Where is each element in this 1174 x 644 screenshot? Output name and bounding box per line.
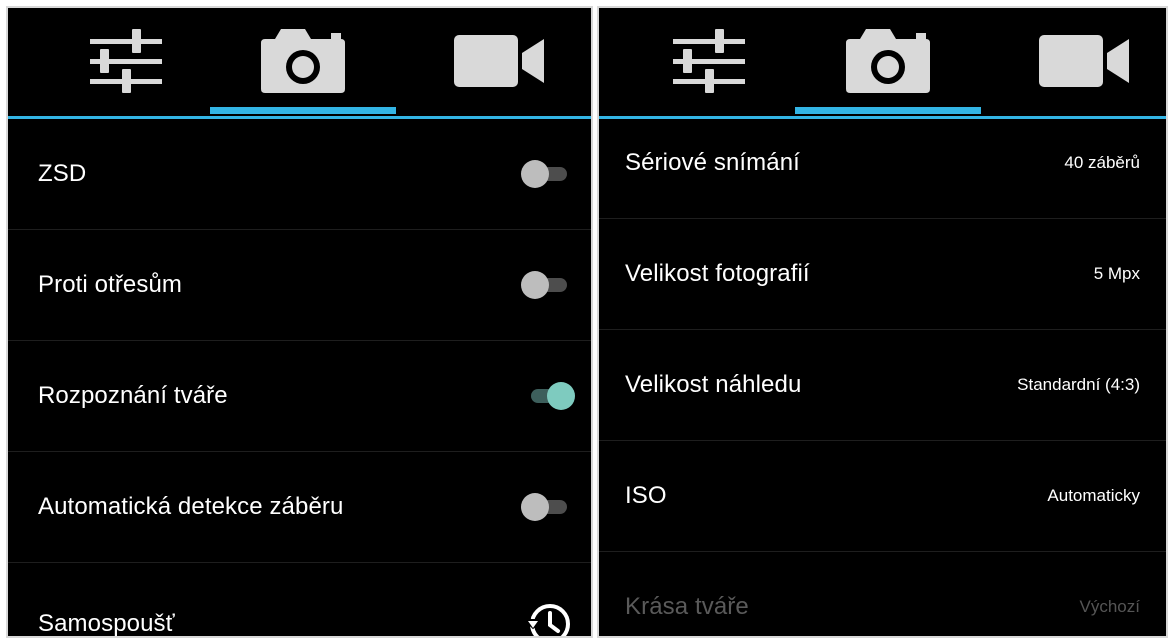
setting-label: ISO	[625, 482, 667, 509]
setting-row-anti-shake[interactable]: Proti otřesům	[8, 230, 591, 341]
setting-label: Automatická detekce záběru	[38, 493, 344, 520]
switch-thumb	[547, 382, 575, 410]
setting-value: 5 Mpx	[1093, 264, 1140, 283]
video-camera-icon	[1039, 35, 1129, 87]
setting-label: Rozpoznání tváře	[38, 382, 228, 409]
settings-tab-bar	[599, 8, 1166, 119]
timer-icon[interactable]	[523, 599, 573, 638]
auto-scene-detection-toggle-switch[interactable]	[521, 490, 571, 524]
tab-video-settings[interactable]	[1013, 8, 1155, 114]
tab-general-settings[interactable]	[46, 8, 206, 114]
setting-label: ZSD	[38, 160, 87, 187]
video-camera-icon	[454, 35, 544, 87]
setting-row-face-detection[interactable]: Rozpoznání tváře	[8, 341, 591, 452]
face-detection-toggle-switch[interactable]	[521, 379, 575, 413]
tab-general-settings[interactable]	[629, 8, 789, 114]
settings-sliders-icon	[673, 29, 745, 93]
camera-settings-panel-right: Sériové snímání 40 záběrů Velikost fotog…	[597, 6, 1168, 638]
switch-thumb	[521, 493, 549, 521]
settings-tab-bar	[8, 8, 591, 119]
settings-sliders-icon	[90, 29, 162, 93]
setting-row-iso[interactable]: ISO Automaticky	[599, 441, 1166, 552]
setting-row-preview-size[interactable]: Velikost náhledu Standardní (4:3)	[599, 330, 1166, 441]
setting-value: 40 záběrů	[1064, 153, 1140, 172]
setting-value: Standardní (4:3)	[1017, 375, 1140, 394]
zsd-toggle-switch[interactable]	[521, 157, 571, 191]
tab-video-settings[interactable]	[428, 8, 570, 114]
setting-label: Krása tváře	[625, 593, 749, 620]
setting-row-face-beauty: Krása tváře Výchozí	[599, 552, 1166, 636]
tab-camera-settings[interactable]	[210, 8, 396, 114]
settings-list: Sériové snímání 40 záběrů Velikost fotog…	[599, 108, 1166, 636]
setting-label: Sériové snímání	[625, 149, 800, 176]
setting-row-self-timer[interactable]: Samospoušť	[8, 563, 591, 638]
tab-camera-settings[interactable]	[795, 8, 981, 114]
setting-label: Velikost fotografií	[625, 260, 810, 287]
setting-row-burst-shot[interactable]: Sériové snímání 40 záběrů	[599, 108, 1166, 219]
switch-thumb	[521, 160, 549, 188]
selected-tab-indicator	[210, 107, 396, 114]
anti-shake-toggle-switch[interactable]	[521, 268, 571, 302]
setting-row-picture-size[interactable]: Velikost fotografií 5 Mpx	[599, 219, 1166, 330]
camera-settings-panel-left: ZSD Proti otřesům Rozpoznání tváře Autom…	[6, 6, 593, 638]
setting-row-auto-scene-detection[interactable]: Automatická detekce záběru	[8, 452, 591, 563]
switch-thumb	[521, 271, 549, 299]
setting-value: Výchozí	[1079, 597, 1140, 616]
camera-icon	[846, 29, 930, 93]
setting-value: Automaticky	[1047, 486, 1140, 505]
setting-label: Proti otřesům	[38, 271, 183, 298]
settings-list: ZSD Proti otřesům Rozpoznání tváře Autom…	[8, 119, 591, 636]
camera-icon	[261, 29, 345, 93]
setting-row-zsd[interactable]: ZSD	[8, 119, 591, 230]
setting-label: Samospoušť	[38, 610, 175, 637]
setting-label: Velikost náhledu	[625, 371, 802, 398]
